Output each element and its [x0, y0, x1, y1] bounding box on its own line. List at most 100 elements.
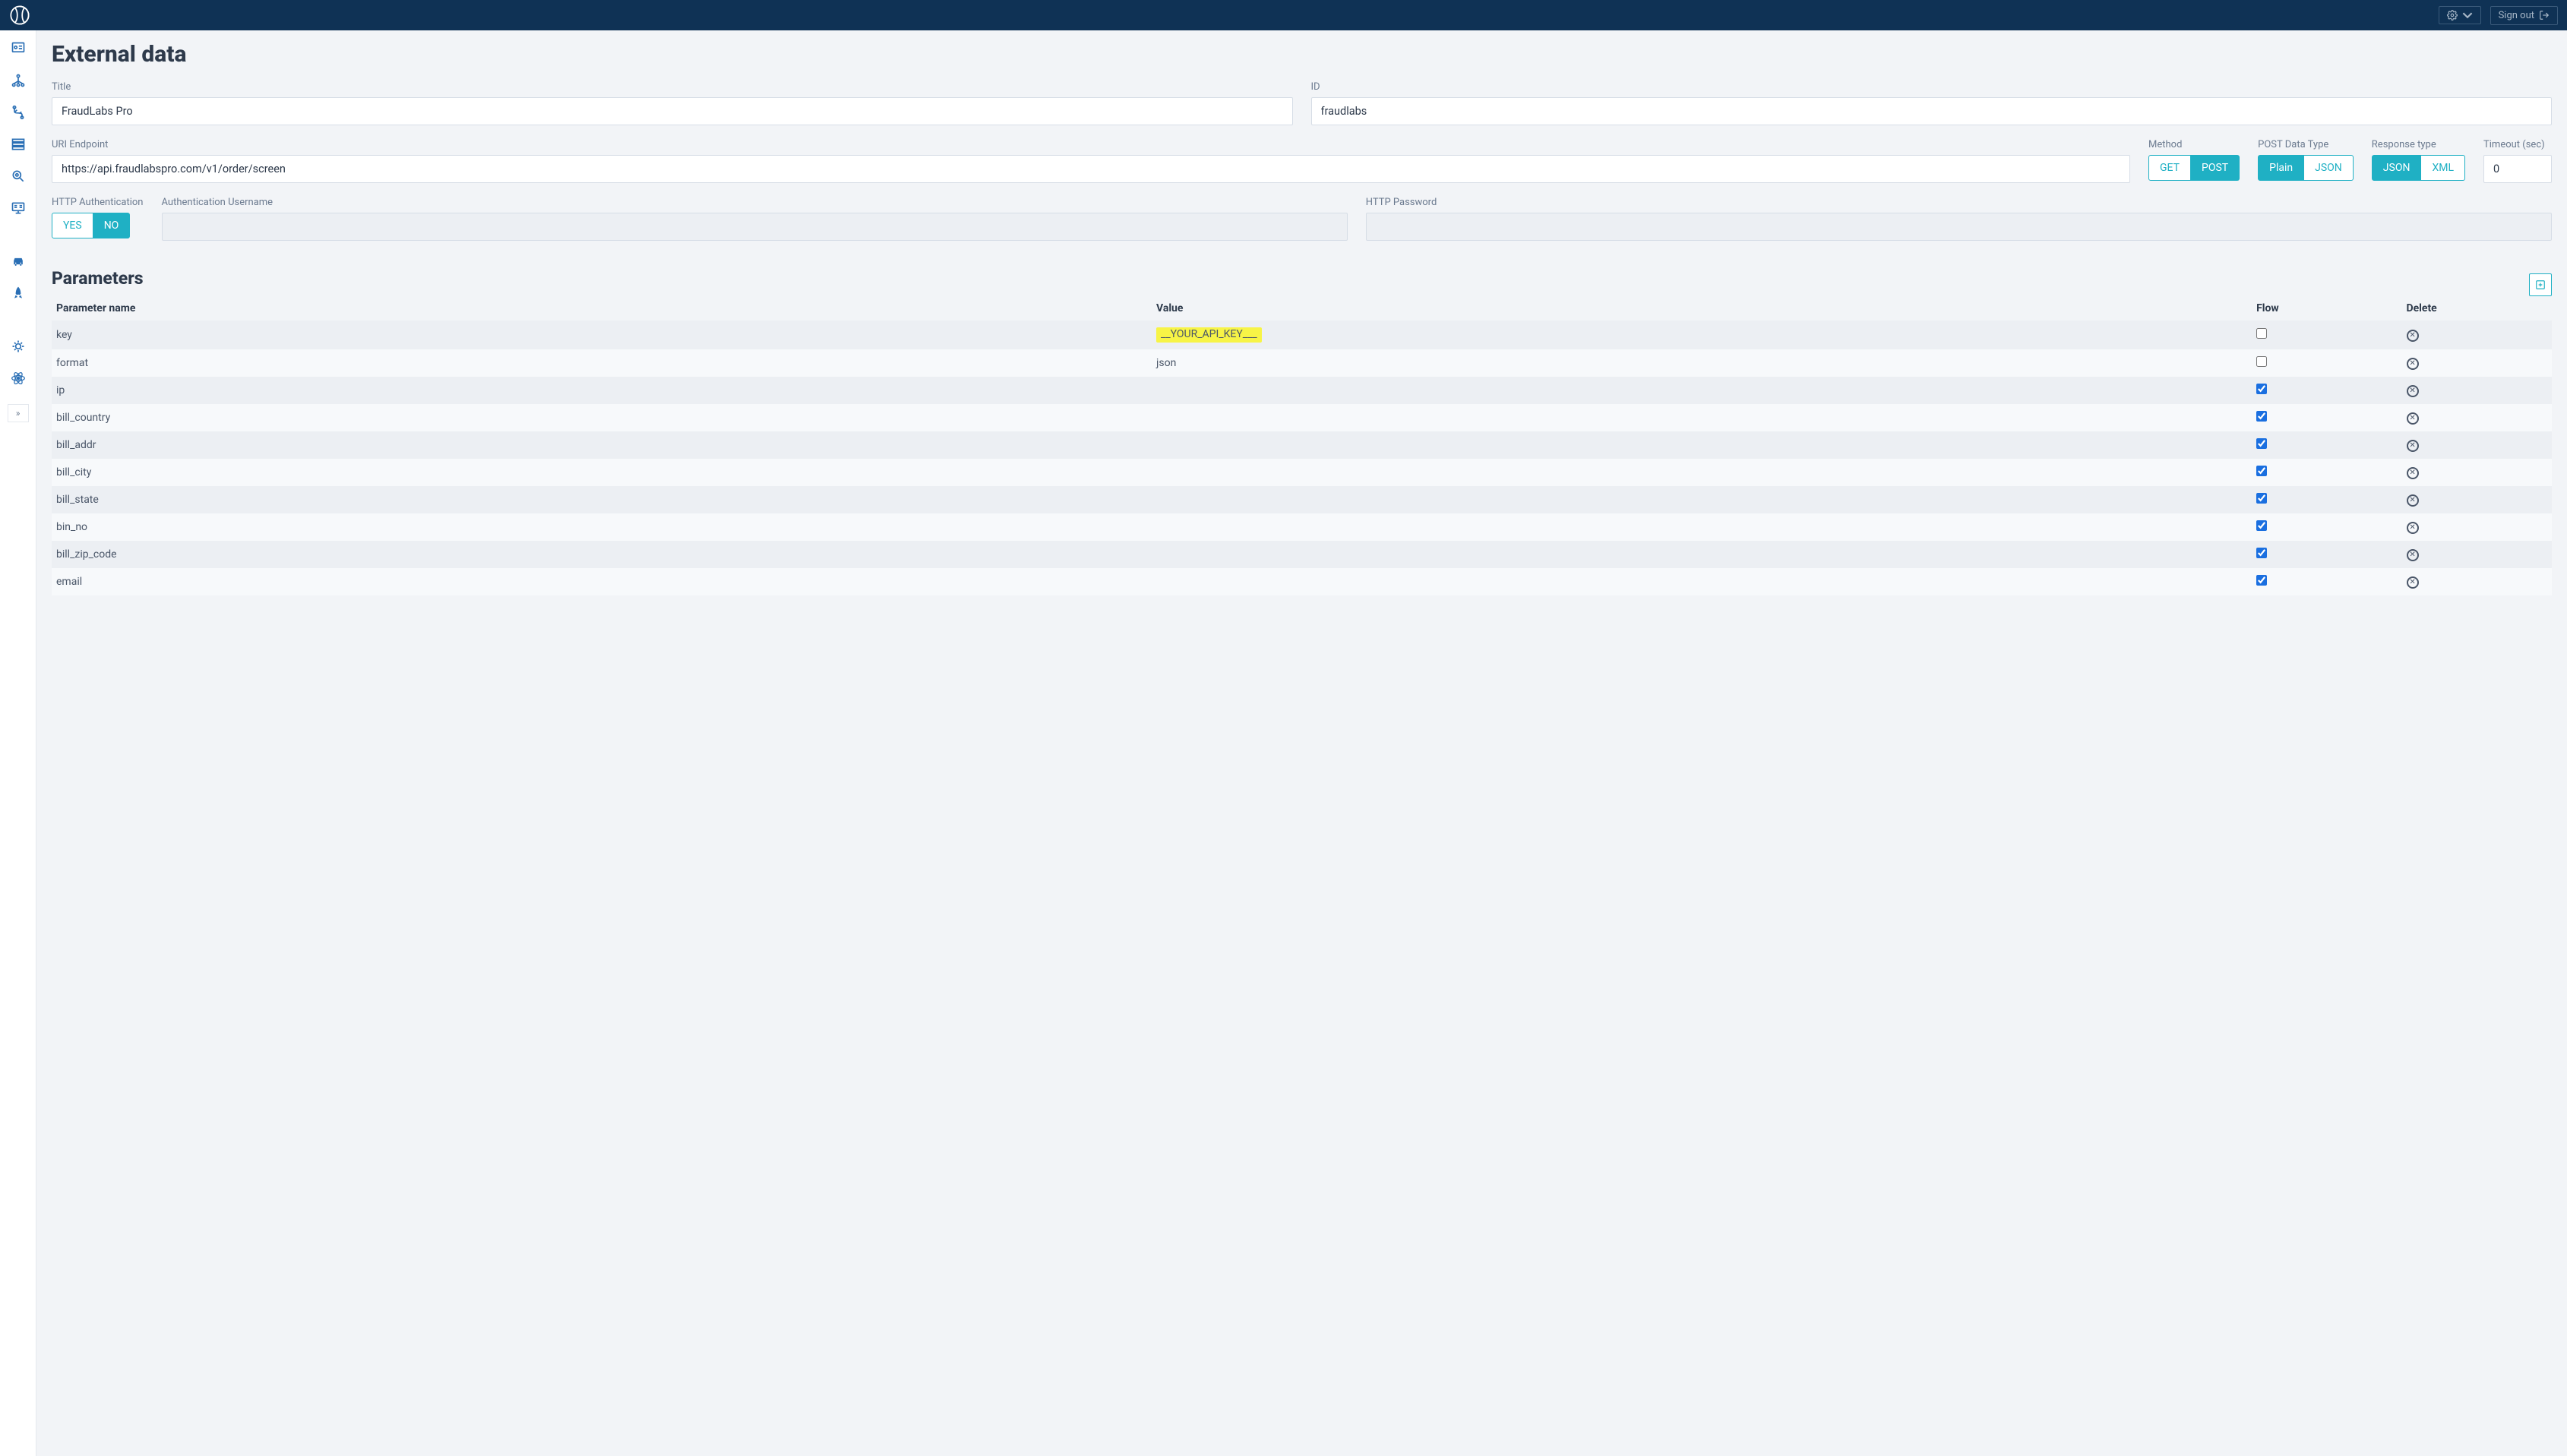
param-flow-cell — [2252, 513, 2401, 541]
table-row: bill_country ✕ — [52, 404, 2552, 431]
nav-rocket-icon[interactable] — [9, 284, 27, 302]
httpauth-no-button[interactable]: NO — [93, 213, 131, 238]
param-delete-cell: ✕ — [2402, 513, 2552, 541]
delete-icon[interactable]: ✕ — [2407, 522, 2419, 534]
param-name-cell[interactable]: bill_zip_code — [52, 541, 1152, 568]
parameters-title: Parameters — [52, 268, 144, 289]
flow-checkbox[interactable] — [2256, 384, 2267, 394]
postdata-label: POST Data Type — [2258, 139, 2354, 150]
delete-icon[interactable]: ✕ — [2407, 412, 2419, 425]
flow-checkbox[interactable] — [2256, 493, 2267, 504]
delete-icon[interactable]: ✕ — [2407, 494, 2419, 507]
table-row: ip ✕ — [52, 377, 2552, 404]
param-flow-cell — [2252, 349, 2401, 377]
nav-monitor-icon[interactable] — [9, 199, 27, 217]
param-value-cell[interactable] — [1152, 568, 2252, 595]
flow-checkbox[interactable] — [2256, 328, 2267, 339]
param-value-cell[interactable] — [1152, 541, 2252, 568]
param-flow-cell — [2252, 541, 2401, 568]
param-delete-cell: ✕ — [2402, 377, 2552, 404]
authuser-input — [162, 213, 1348, 241]
param-name-cell[interactable]: bill_state — [52, 486, 1152, 513]
delete-icon[interactable]: ✕ — [2407, 330, 2419, 342]
param-value-cell[interactable]: json — [1152, 349, 2252, 377]
method-post-button[interactable]: POST — [2191, 155, 2240, 181]
param-name-cell[interactable]: format — [52, 349, 1152, 377]
gear-icon — [2447, 10, 2458, 21]
param-name-cell[interactable]: bin_no — [52, 513, 1152, 541]
param-value-cell[interactable] — [1152, 486, 2252, 513]
chevron-down-icon — [2462, 10, 2473, 21]
nav-atom-icon[interactable] — [9, 369, 27, 387]
signout-button[interactable]: Sign out — [2490, 6, 2558, 25]
uri-label: URI Endpoint — [52, 139, 2130, 150]
param-name-cell[interactable]: bill_country — [52, 404, 1152, 431]
method-get-button[interactable]: GET — [2148, 155, 2191, 181]
delete-icon[interactable]: ✕ — [2407, 385, 2419, 397]
nav-network-icon[interactable] — [9, 71, 27, 90]
flow-checkbox[interactable] — [2256, 520, 2267, 531]
timeout-input[interactable] — [2483, 155, 2552, 183]
nav-dashboard-icon[interactable] — [9, 39, 27, 58]
delete-icon[interactable]: ✕ — [2407, 440, 2419, 452]
col-name-header: Parameter name — [52, 296, 1152, 321]
flow-checkbox[interactable] — [2256, 575, 2267, 586]
flow-checkbox[interactable] — [2256, 548, 2267, 558]
param-name-cell[interactable]: bill_city — [52, 459, 1152, 486]
table-row: bin_no ✕ — [52, 513, 2552, 541]
param-name-cell[interactable]: key — [52, 321, 1152, 349]
table-row: email ✕ — [52, 568, 2552, 595]
param-value-cell[interactable] — [1152, 404, 2252, 431]
nav-branch-icon[interactable] — [9, 103, 27, 122]
col-value-header: Value — [1152, 296, 2252, 321]
param-delete-cell: ✕ — [2402, 486, 2552, 513]
delete-icon[interactable]: ✕ — [2407, 467, 2419, 479]
table-row: bill_state ✕ — [52, 486, 2552, 513]
param-value-cell[interactable] — [1152, 513, 2252, 541]
httpauth-toggle: YES NO — [52, 213, 144, 238]
title-input[interactable] — [52, 97, 1293, 125]
nav-search-gear-icon[interactable] — [9, 167, 27, 185]
param-value-cell[interactable] — [1152, 431, 2252, 459]
settings-button[interactable] — [2439, 6, 2481, 24]
uri-input[interactable] — [52, 155, 2130, 183]
postdata-json-button[interactable]: JSON — [2304, 155, 2354, 181]
flow-checkbox[interactable] — [2256, 356, 2267, 367]
nav-car-icon[interactable] — [9, 252, 27, 270]
signout-label: Sign out — [2499, 10, 2534, 21]
title-label: Title — [52, 81, 1293, 93]
table-row: bill_zip_code ✕ — [52, 541, 2552, 568]
response-xml-button[interactable]: XML — [2421, 155, 2465, 181]
add-parameter-button[interactable] — [2529, 273, 2552, 296]
response-toggle: JSON XML — [2372, 155, 2465, 181]
flow-checkbox[interactable] — [2256, 438, 2267, 449]
param-name-cell[interactable]: ip — [52, 377, 1152, 404]
param-value-cell[interactable]: __YOUR_API_KEY___ — [1152, 321, 2252, 349]
authuser-label: Authentication Username — [162, 197, 1348, 208]
postdata-plain-button[interactable]: Plain — [2258, 155, 2304, 181]
param-value-cell[interactable] — [1152, 377, 2252, 404]
table-row: formatjson ✕ — [52, 349, 2552, 377]
param-delete-cell: ✕ — [2402, 459, 2552, 486]
nav-virus-icon[interactable] — [9, 337, 27, 355]
page-title: External data — [52, 41, 2552, 68]
sidebar-expand-button[interactable]: » — [8, 404, 29, 422]
delete-icon[interactable]: ✕ — [2407, 358, 2419, 370]
param-name-cell[interactable]: email — [52, 568, 1152, 595]
param-name-cell[interactable]: bill_addr — [52, 431, 1152, 459]
parameters-table: Parameter name Value Flow Delete key__YO… — [52, 296, 2552, 595]
response-json-button[interactable]: JSON — [2372, 155, 2422, 181]
delete-icon[interactable]: ✕ — [2407, 576, 2419, 589]
httpauth-yes-button[interactable]: YES — [52, 213, 93, 238]
flow-checkbox[interactable] — [2256, 466, 2267, 476]
param-flow-cell — [2252, 486, 2401, 513]
plus-square-icon — [2535, 280, 2546, 290]
param-delete-cell: ✕ — [2402, 568, 2552, 595]
param-value-cell[interactable] — [1152, 459, 2252, 486]
table-row: bill_city ✕ — [52, 459, 2552, 486]
param-flow-cell — [2252, 459, 2401, 486]
nav-database-icon[interactable] — [9, 135, 27, 153]
id-input[interactable] — [1311, 97, 2553, 125]
delete-icon[interactable]: ✕ — [2407, 549, 2419, 561]
flow-checkbox[interactable] — [2256, 411, 2267, 422]
